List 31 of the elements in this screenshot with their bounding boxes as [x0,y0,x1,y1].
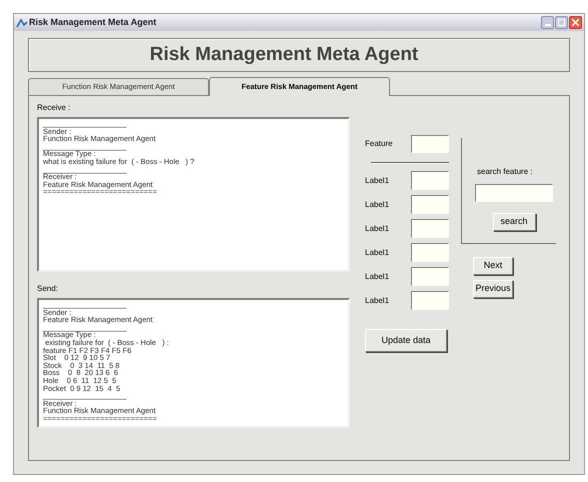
feature-label: Feature [365,138,393,150]
window-title: Risk Management Meta Agent [29,16,156,29]
field-label: Label1 [365,198,390,210]
update-data-button[interactable]: Update data [365,329,447,352]
label-input[interactable] [411,267,449,286]
feature-input[interactable] [411,135,449,153]
label-input[interactable] [411,171,449,190]
label-input[interactable] [411,195,449,214]
field-label: Label1 [365,270,390,282]
label-input[interactable] [411,219,449,238]
field-label: Label1 [365,294,390,306]
maximize-button[interactable] [555,16,568,29]
label-input[interactable] [411,243,449,262]
minimize-icon [544,24,550,26]
header-title: Risk Management Meta Agent [150,42,418,67]
app-icon [16,18,28,28]
close-button[interactable] [569,16,582,29]
label-input[interactable] [411,291,449,310]
nav-button[interactable]: Previous [473,280,513,298]
maximize-icon [558,19,565,26]
search-input[interactable] [475,184,553,202]
search-button[interactable]: search [492,213,536,231]
box-label: Receive : [37,103,72,113]
nav-button[interactable]: Next [473,257,513,275]
field-label: Label1 [365,222,390,234]
minimize-button[interactable] [541,16,554,29]
close-icon [572,19,579,26]
field-label: Label1 [365,246,390,258]
box-label: Send: [37,284,59,294]
field-label: Label1 [365,174,390,186]
search-label: search feature : [477,166,533,178]
